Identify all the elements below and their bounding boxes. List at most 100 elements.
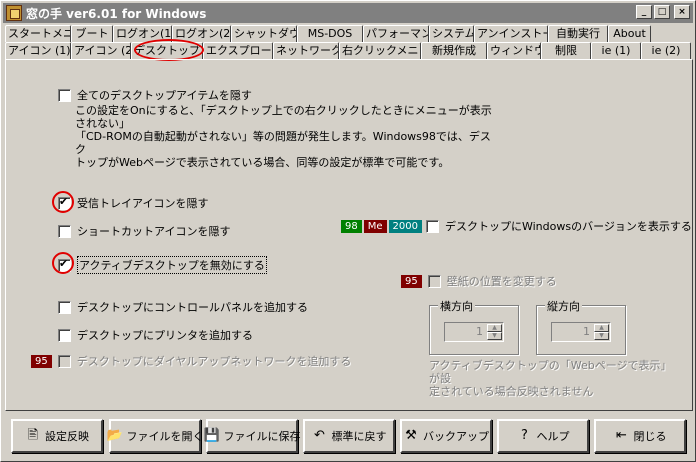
restore-default-label: 標準に戻す [331, 430, 387, 443]
hide-all-label: 全てのデスクトップアイテムを隠す [77, 89, 252, 102]
apply-icon: 🖹 [27, 428, 39, 443]
open-file-button[interactable]: 📂 ファイルを開く [106, 419, 204, 453]
description-line: この設定をOnにすると、「デスクトップ上での右クリックしたときにメニューが表示さ… [75, 104, 492, 130]
os-badge-2000: 2000 [388, 219, 422, 233]
hide-all-checkbox[interactable] [58, 88, 71, 102]
tab-system[interactable]: システム [429, 25, 474, 42]
minimize-button[interactable]: _ [636, 5, 652, 19]
show-version-checkbox[interactable] [425, 219, 439, 233]
vertical-value: 1 [583, 325, 590, 338]
backup-button[interactable]: ⚒ バックアップ [400, 419, 492, 453]
add-dialup-label: デスクトップにダイヤルアップネットワークを追加する [76, 355, 352, 368]
help-button[interactable]: ? ヘルプ [497, 419, 589, 453]
add-printer-label: デスクトップにプリンタを追加する [77, 329, 253, 342]
disable-active-desktop-checkbox[interactable] [58, 257, 71, 272]
close-button[interactable]: ⇤ 閉じる [594, 419, 686, 453]
tab-window[interactable]: ウィンドウ [487, 42, 541, 59]
vertical-group-label: 縦方向 [545, 298, 582, 314]
vertical-up-arrow-icon[interactable]: ▲ [594, 324, 609, 332]
note-line: アクティブデスクトップの「Webページで表示」が設 [429, 359, 667, 385]
button-bar: 🖹 設定反映 📂 ファイルを開く 💾 ファイルに保存 ↶ 標準に戻す ⚒ バック… [5, 415, 693, 459]
tab-network[interactable]: ネットワーク [273, 42, 339, 59]
title-bar[interactable]: 窓の手 ver6.01 for Windows _ □ × [3, 3, 693, 23]
tab-ms-dos[interactable]: MS-DOS [297, 25, 363, 42]
tab-about[interactable]: About [608, 25, 651, 42]
help-label: ヘルプ [536, 430, 570, 443]
add-control-panel-label: デスクトップにコントロールパネルを追加する [77, 301, 308, 314]
undo-icon: ↶ [314, 428, 325, 443]
save-file-button[interactable]: 💾 ファイルに保存 [203, 419, 301, 453]
add-dialup-option[interactable]: 95 デスクトップにダイヤルアップネットワークを追加する [31, 353, 351, 369]
tab-start-menu[interactable]: スタートメニュー [5, 25, 71, 42]
apply-label: 設定反映 [45, 430, 89, 443]
horizontal-group-label: 横方向 [438, 298, 475, 314]
add-control-panel-option[interactable]: デスクトップにコントロールパネルを追加する [58, 299, 308, 315]
tab-new-file[interactable]: 新規作成 [421, 42, 487, 59]
vertical-down-arrow-icon[interactable]: ▼ [594, 332, 609, 340]
main-window: 窓の手 ver6.01 for Windows _ □ × スタートメニュー ブ… [0, 0, 696, 462]
tab-shutdown[interactable]: シャットダウン [231, 25, 297, 42]
hide-inbox-checkbox[interactable] [58, 195, 71, 210]
horizontal-group: 横方向 1 ▲ ▼ [429, 298, 519, 355]
show-windows-version-option[interactable]: 98 Me 2000 デスクトップにWindowsのバージョンを表示する [341, 218, 692, 234]
tab-icon-2[interactable]: アイコン (2) [71, 42, 131, 59]
wallpaper-note: アクティブデスクトップの「Webページで表示」が設 定されている場合反映されませ… [429, 359, 669, 398]
description-line: トップがWebページで表示されている場合、同等の設定が標準で可能です。 [75, 156, 450, 169]
maximize-button[interactable]: □ [654, 5, 670, 19]
wallpaper-position-option[interactable]: 95 壁紙の位置を変更する [401, 273, 557, 289]
disable-active-desktop-label: アクティブデスクトップを無効にする [77, 256, 267, 274]
description-line: 「CD-ROMの自動起動がされない」等の問題が発生します。Windows98では… [75, 130, 491, 156]
app-icon[interactable] [6, 5, 22, 21]
hide-inbox-label: 受信トレイアイコンを隠す [77, 197, 209, 210]
close-window-button[interactable]: × [674, 5, 690, 19]
tab-explorer[interactable]: エクスプローラ [203, 42, 273, 59]
disable-active-desktop-option[interactable]: アクティブデスクトップを無効にする [58, 256, 267, 274]
tab-icon-1[interactable]: アイコン (1) [5, 42, 71, 59]
help-icon: ? [521, 428, 528, 443]
apply-settings-button[interactable]: 🖹 設定反映 [11, 419, 103, 453]
hide-shortcut-checkbox[interactable] [58, 224, 71, 238]
vertical-spinner[interactable]: 1 ▲ ▼ [551, 322, 611, 342]
tab-restrictions[interactable]: 制限 [541, 42, 591, 59]
open-file-label: ファイルを開く [126, 430, 204, 443]
tab-row-2: アイコン (1) アイコン (2) デスクトップ エクスプローラ ネットワーク … [5, 42, 691, 59]
add-printer-checkbox[interactable] [58, 328, 71, 342]
restore-default-button[interactable]: ↶ 標準に戻す [303, 419, 395, 453]
horizontal-spinner[interactable]: 1 ▲ ▼ [444, 322, 504, 342]
tab-performance[interactable]: パフォーマンス [363, 25, 429, 42]
folder-open-icon: 📂 [106, 428, 123, 443]
tab-ie-2[interactable]: ie (2) [641, 42, 691, 59]
tab-desktop[interactable]: デスクトップ [131, 42, 203, 59]
hide-all-desktop-items-option[interactable]: 全てのデスクトップアイテムを隠す [58, 87, 252, 103]
exit-icon: ⇤ [616, 428, 627, 443]
window-controls: _ □ × [636, 5, 690, 19]
horizontal-up-arrow-icon[interactable]: ▲ [487, 324, 502, 332]
horizontal-value: 1 [476, 325, 483, 338]
hide-shortcut-icon-option[interactable]: ショートカットアイコンを隠す [58, 223, 230, 239]
floppy-icon: 💾 [203, 428, 220, 443]
hide-all-description: この設定をOnにすると、「デスクトップ上での右クリックしたときにメニューが表示さ… [75, 104, 495, 169]
note-line: 定されている場合反映されません [429, 385, 594, 398]
tab-boot[interactable]: ブート [71, 25, 113, 42]
wallpaper-position-label: 壁紙の位置を変更する [446, 275, 557, 288]
wallpaper-position-checkbox[interactable] [427, 274, 441, 288]
vertical-group: 縦方向 1 ▲ ▼ [536, 298, 626, 355]
hide-shortcut-label: ショートカットアイコンを隠す [77, 225, 231, 238]
add-dialup-checkbox[interactable] [57, 354, 71, 368]
os-badge-me: Me [363, 219, 387, 233]
close-label: 閉じる [633, 430, 667, 443]
tab-uninstall[interactable]: アンインストール [474, 25, 548, 42]
show-version-label: デスクトップにWindowsのバージョンを表示する [444, 220, 692, 233]
tab-ie-1[interactable]: ie (1) [591, 42, 641, 59]
add-control-panel-checkbox[interactable] [58, 300, 71, 314]
tab-logon-1[interactable]: ログオン(1) [113, 25, 172, 42]
backup-icon: ⚒ [405, 428, 417, 443]
tab-row-1: スタートメニュー ブート ログオン(1) ログオン(2) シャットダウン MS-… [5, 25, 651, 42]
add-printer-option[interactable]: デスクトップにプリンタを追加する [58, 327, 253, 343]
horizontal-down-arrow-icon[interactable]: ▼ [487, 332, 502, 340]
hide-inbox-icon-option[interactable]: 受信トレイアイコンを隠す [58, 195, 208, 211]
tab-logon-2[interactable]: ログオン(2) [172, 25, 231, 42]
tab-autorun[interactable]: 自動実行 [548, 25, 608, 42]
tab-context-menu[interactable]: 右クリックメニュー [339, 42, 421, 59]
window-title: 窓の手 ver6.01 for Windows [26, 6, 207, 21]
